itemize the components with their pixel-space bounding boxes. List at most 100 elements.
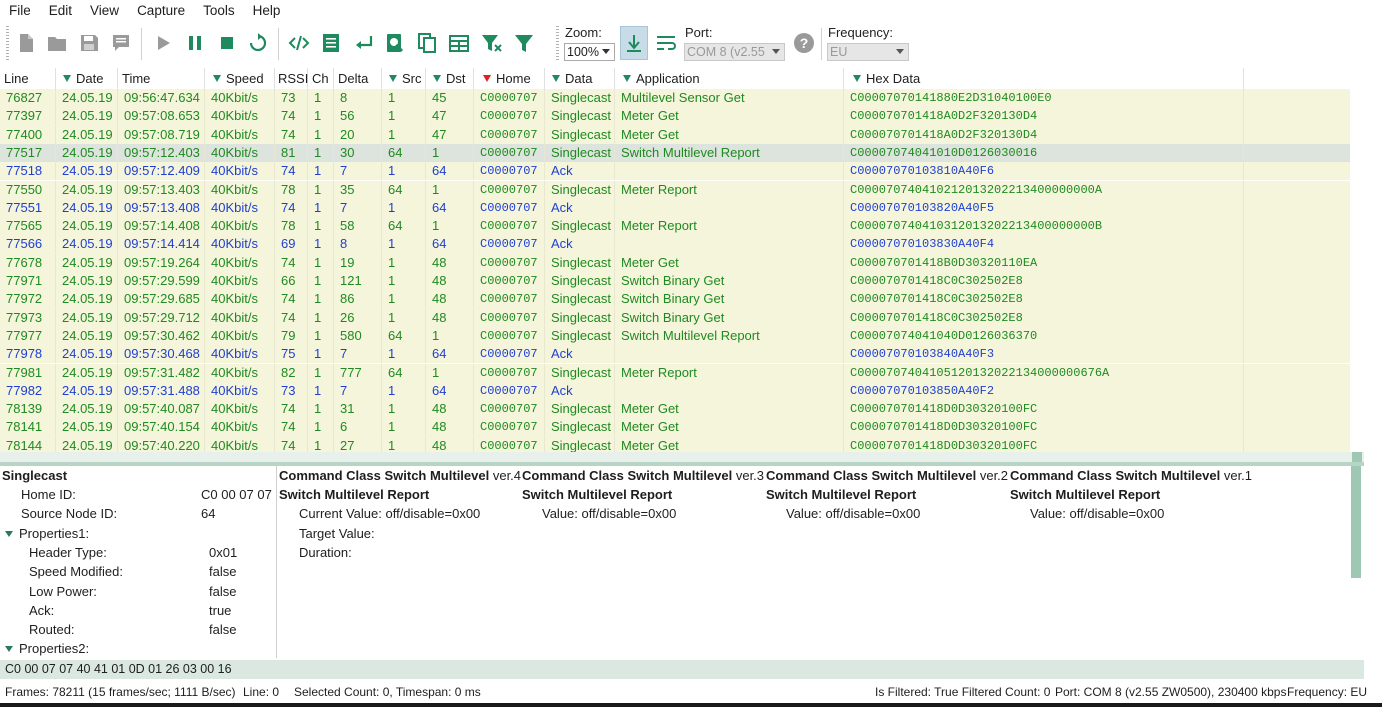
col-header-dst[interactable]: Dst bbox=[426, 68, 474, 89]
menu-file[interactable]: File bbox=[0, 0, 40, 22]
status-filtered: Is Filtered: True Filtered Count: 0 bbox=[875, 685, 1051, 699]
new-file-icon[interactable] bbox=[13, 30, 39, 56]
table-row[interactable]: 77518 24.05.19 09:57:12.409 40Kbit/s 74 1 7 1 64… bbox=[0, 162, 1350, 181]
cell-home: C0000707 bbox=[474, 217, 545, 236]
help-icon[interactable]: ? bbox=[791, 30, 817, 56]
table-row[interactable]: 77678 24.05.19 09:57:19.264 40Kbit/s 74 1 19 1 4… bbox=[0, 253, 1350, 272]
cell-application: Switch Binary Get bbox=[615, 272, 844, 290]
col-header-line[interactable]: Line bbox=[0, 68, 56, 89]
details-scrollbar-thumb[interactable] bbox=[1351, 466, 1361, 578]
filter-icon[interactable] bbox=[213, 75, 221, 82]
cell-dst: 64 bbox=[426, 381, 474, 400]
pause-icon[interactable] bbox=[182, 30, 208, 56]
col-header-home[interactable]: Home bbox=[474, 68, 545, 89]
col-header-time[interactable]: Time bbox=[118, 68, 205, 89]
wrap-icon[interactable] bbox=[653, 30, 679, 56]
cell-time: 09:57:12.403 bbox=[118, 143, 205, 162]
filter-icon[interactable] bbox=[63, 75, 71, 82]
table-icon[interactable] bbox=[446, 30, 472, 56]
col-header-rssi[interactable]: RSSI bbox=[275, 68, 308, 89]
menu-view[interactable]: View bbox=[81, 0, 128, 22]
expand-triangle-icon[interactable] bbox=[5, 531, 13, 537]
table-row[interactable]: 77566 24.05.19 09:57:14.414 40Kbit/s 69 1 8 1 64… bbox=[0, 235, 1350, 254]
col-header-speed[interactable]: Speed bbox=[205, 68, 275, 89]
autoscroll-icon[interactable] bbox=[620, 26, 648, 60]
menu-edit[interactable]: Edit bbox=[40, 0, 81, 22]
filter-icon[interactable] bbox=[552, 75, 560, 82]
cell-hex: C00007070103820A40F5 bbox=[844, 198, 1244, 217]
col-header-data[interactable]: Data bbox=[545, 68, 615, 89]
filter-icon[interactable] bbox=[389, 75, 397, 82]
properties2-node[interactable]: Properties2: bbox=[5, 641, 89, 656]
col-header-delta[interactable]: Delta bbox=[334, 68, 382, 89]
clear-filter-icon[interactable] bbox=[479, 30, 505, 56]
speed-modified-label: Speed Modified: bbox=[29, 564, 123, 579]
toolbar-grip[interactable] bbox=[6, 26, 9, 62]
filter-icon[interactable] bbox=[511, 30, 537, 56]
menu-help[interactable]: Help bbox=[244, 0, 290, 22]
find-icon[interactable] bbox=[382, 30, 408, 56]
stop-icon[interactable] bbox=[214, 30, 240, 56]
cell-data: Singlecast bbox=[545, 253, 615, 272]
menu-tools[interactable]: Tools bbox=[194, 0, 244, 22]
table-row[interactable]: 77977 24.05.19 09:57:30.462 40Kbit/s 79 1 580 6… bbox=[0, 326, 1350, 346]
expand-triangle-icon[interactable] bbox=[5, 646, 13, 652]
grid-vertical-scrollbar[interactable] bbox=[1350, 68, 1363, 454]
table-row[interactable]: 77973 24.05.19 09:57:29.712 40Kbit/s 74 1 26 1 4… bbox=[0, 308, 1350, 327]
table-row[interactable]: 77972 24.05.19 09:57:29.685 40Kbit/s 74 1 86 1 4… bbox=[0, 290, 1350, 309]
cell-data: Singlecast bbox=[545, 125, 615, 144]
command-report-title: Switch Multilevel Report bbox=[1010, 487, 1161, 502]
table-row[interactable]: 77397 24.05.19 09:57:08.653 40Kbit/s 74 1 56 1 4… bbox=[0, 107, 1350, 126]
code-icon[interactable] bbox=[286, 30, 312, 56]
cell-application bbox=[615, 345, 844, 364]
table-row[interactable]: 77400 24.05.19 09:57:08.719 40Kbit/s 74 1 20 1 4… bbox=[0, 125, 1350, 144]
table-row[interactable]: 77982 24.05.19 09:57:31.488 40Kbit/s 73 1 7 1 64… bbox=[0, 381, 1350, 401]
cell-date: 24.05.19 bbox=[56, 253, 118, 272]
zoom-select[interactable]: 100% bbox=[564, 43, 615, 61]
col-header-src[interactable]: Src bbox=[382, 68, 426, 89]
cell-date: 24.05.19 bbox=[56, 272, 118, 290]
table-row[interactable]: 78141 24.05.19 09:57:40.154 40Kbit/s 74 1 6 1 48… bbox=[0, 418, 1350, 437]
table-row[interactable]: 77978 24.05.19 09:57:30.468 40Kbit/s 75 1 7 1 64… bbox=[0, 345, 1350, 364]
filter-active-icon[interactable] bbox=[483, 75, 491, 82]
table-row[interactable]: 76827 24.05.19 09:56:47.634 40Kbit/s 73 1 8 1 45… bbox=[0, 89, 1350, 108]
col-header-hex[interactable]: Hex Data bbox=[844, 68, 1244, 89]
cell-date: 24.05.19 bbox=[56, 400, 118, 419]
frequency-select[interactable]: EU bbox=[827, 43, 909, 61]
col-header-ch[interactable]: Ch bbox=[308, 68, 334, 89]
port-select[interactable]: COM 8 (v2.55 bbox=[684, 43, 785, 61]
filter-icon[interactable] bbox=[433, 75, 441, 82]
cell-delta: 121 bbox=[334, 272, 382, 290]
copy-icon[interactable] bbox=[414, 30, 440, 56]
table-row[interactable]: 77551 24.05.19 09:57:13.408 40Kbit/s 74 1 7 1 64… bbox=[0, 198, 1350, 218]
toolbar: Zoom: 100% Port: COM 8 (v2.55 ? Frequenc… bbox=[0, 22, 1366, 68]
table-row[interactable]: 77517 24.05.19 09:57:12.403 40Kbit/s 81 1 30 64… bbox=[0, 143, 1350, 163]
cell-hex: C00007070103830A40F4 bbox=[844, 235, 1244, 254]
table-row[interactable]: 78139 24.05.19 09:57:40.087 40Kbit/s 74 1 31 1 4… bbox=[0, 400, 1350, 419]
col-header-application[interactable]: Application bbox=[615, 68, 844, 89]
cell-home: C0000707 bbox=[474, 162, 545, 181]
cell-src: 1 bbox=[382, 400, 426, 419]
col-header-date[interactable]: Date bbox=[56, 68, 118, 89]
table-row[interactable]: 77565 24.05.19 09:57:14.408 40Kbit/s 78 1 58 64… bbox=[0, 217, 1350, 236]
filter-icon[interactable] bbox=[853, 75, 861, 82]
table-row[interactable]: 77971 24.05.19 09:57:29.599 40Kbit/s 66 1 121 1… bbox=[0, 272, 1350, 291]
toolbar-grip[interactable] bbox=[556, 26, 559, 62]
save-icon[interactable] bbox=[76, 30, 102, 56]
table-row[interactable]: 77981 24.05.19 09:57:31.482 40Kbit/s 82 1 777 6… bbox=[0, 363, 1350, 382]
cell-line: 77518 bbox=[0, 162, 56, 181]
enter-icon[interactable] bbox=[351, 30, 377, 56]
filter-icon[interactable] bbox=[623, 75, 631, 82]
document-lines-icon[interactable] bbox=[318, 30, 344, 56]
cell-speed: 40Kbit/s bbox=[205, 125, 275, 144]
notes-icon[interactable] bbox=[108, 30, 134, 56]
menu-capture[interactable]: Capture bbox=[128, 0, 194, 22]
properties1-node[interactable]: Properties1: bbox=[5, 526, 89, 541]
col-header-label: Ch bbox=[312, 71, 329, 86]
play-icon[interactable] bbox=[150, 30, 176, 56]
status-selected: Selected Count: 0, Timespan: 0 ms bbox=[294, 685, 481, 699]
cell-delta: 6 bbox=[334, 418, 382, 437]
table-row[interactable]: 77550 24.05.19 09:57:13.403 40Kbit/s 78 1 35 64… bbox=[0, 180, 1350, 199]
restart-icon[interactable] bbox=[245, 30, 271, 56]
open-folder-icon[interactable] bbox=[44, 30, 70, 56]
